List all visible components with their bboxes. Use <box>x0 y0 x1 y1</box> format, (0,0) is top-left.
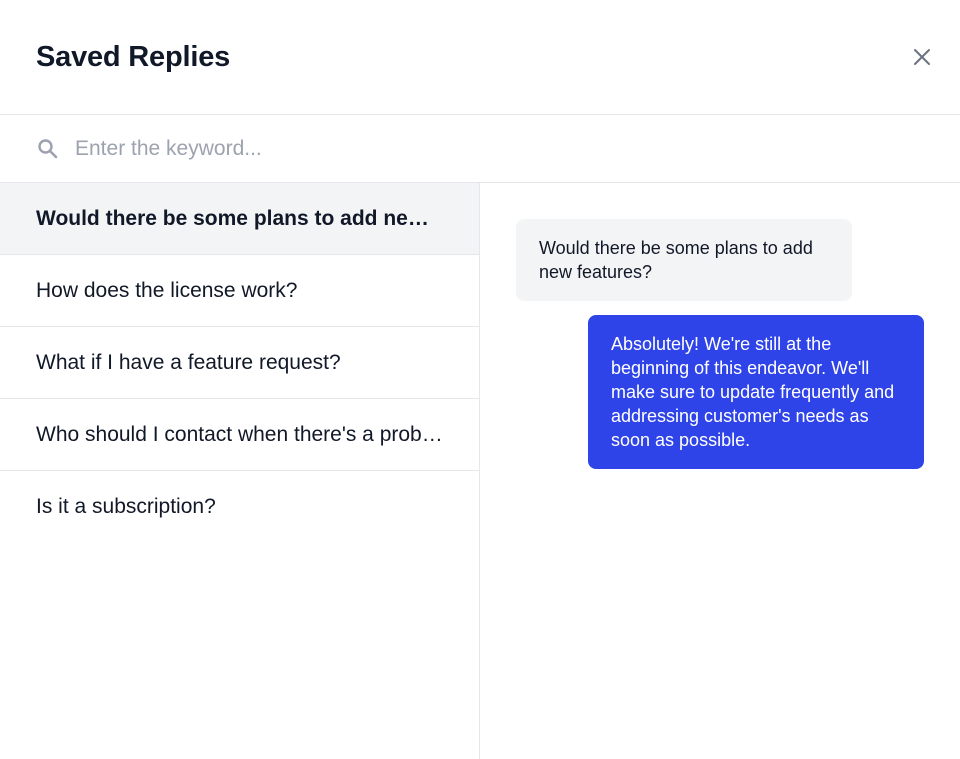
list-item[interactable]: Who should I contact when there's a prob… <box>0 399 479 471</box>
list-item[interactable]: How does the license work? <box>0 255 479 327</box>
list-item-label: Is it a subscription? <box>36 495 216 518</box>
reply-preview: Would there be some plans to add new fea… <box>480 183 960 759</box>
search-bar <box>0 115 960 183</box>
list-item-label: How does the license work? <box>36 278 298 302</box>
list-item-label: Who should I contact when there's a prob… <box>36 422 443 446</box>
modal-body: Would there be some plans to add new fea… <box>0 183 960 759</box>
question-bubble: Would there be some plans to add new fea… <box>516 219 852 301</box>
replies-list: Would there be some plans to add new fea… <box>0 183 480 759</box>
modal-title: Saved Replies <box>36 40 231 73</box>
close-icon <box>914 49 930 65</box>
search-input[interactable] <box>75 136 924 161</box>
close-button[interactable] <box>908 43 936 71</box>
answer-bubble: Absolutely! We're still at the beginning… <box>588 315 924 469</box>
search-icon <box>36 137 60 161</box>
list-item-label: What if I have a feature request? <box>36 350 341 374</box>
list-item[interactable]: Would there be some plans to add new fea… <box>0 183 479 255</box>
modal-header: Saved Replies <box>0 0 960 115</box>
list-item[interactable]: Is it a subscription? <box>0 471 479 543</box>
list-item-label: Would there be some plans to add new fea… <box>36 206 443 230</box>
list-item[interactable]: What if I have a feature request? <box>0 327 479 399</box>
saved-replies-modal: Saved Replies Would there be some plans … <box>0 0 960 759</box>
